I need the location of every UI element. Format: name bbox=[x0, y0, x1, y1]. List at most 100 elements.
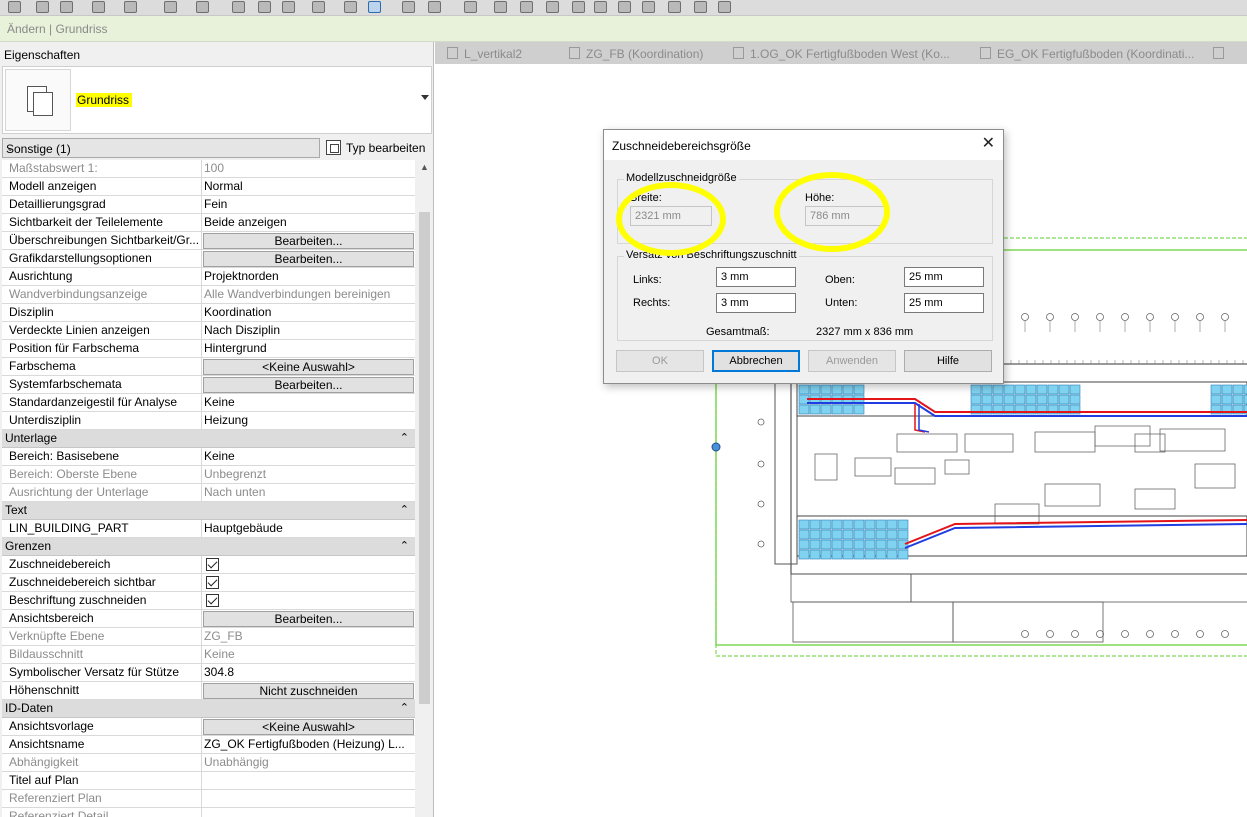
measure-icon[interactable] bbox=[196, 1, 209, 13]
apply-button[interactable]: Anwenden bbox=[808, 350, 896, 372]
save-icon[interactable] bbox=[36, 1, 49, 13]
property-row-farbschema: Farbschema <Keine Auswahl> bbox=[2, 358, 415, 376]
property-checkbox[interactable] bbox=[206, 576, 219, 589]
property-value[interactable]: 304.8 bbox=[202, 664, 415, 681]
open-icon[interactable] bbox=[8, 1, 21, 13]
section-header-unterlage[interactable]: Unterlage ⌃ bbox=[2, 430, 415, 448]
collapse-icon[interactable]: ⌃ bbox=[400, 430, 409, 447]
property-checkbox[interactable] bbox=[206, 594, 219, 607]
dropdown-arrow-icon[interactable] bbox=[421, 95, 429, 100]
property-row-ausrichtung-der-unterlage: Ausrichtung der Unterlage Nach unten bbox=[2, 484, 415, 502]
property-value[interactable]: Heizung bbox=[202, 412, 415, 429]
property-edit-button[interactable]: Bearbeiten... bbox=[203, 251, 414, 267]
switch-windows-icon[interactable] bbox=[402, 1, 415, 13]
plugin-icon[interactable] bbox=[718, 1, 731, 13]
property-checkbox[interactable] bbox=[206, 558, 219, 571]
property-edit-button[interactable]: Nicht zuschneiden bbox=[203, 683, 414, 699]
property-edit-button[interactable]: Bearbeiten... bbox=[203, 611, 414, 627]
tools-icon[interactable] bbox=[668, 1, 681, 13]
type-selector[interactable]: Grundriss bbox=[2, 66, 432, 134]
view-icon bbox=[569, 47, 580, 59]
view-icon bbox=[447, 47, 458, 59]
property-row-ausrichtung: Ausrichtung Projektnorden bbox=[2, 268, 415, 286]
settings-icon[interactable] bbox=[694, 1, 707, 13]
left-offset-field[interactable]: 3 mm bbox=[716, 267, 796, 287]
property-row-verdeckte-linien-anzeigen: Verdeckte Linien anzeigen Nach Disziplin bbox=[2, 322, 415, 340]
text-icon[interactable] bbox=[282, 1, 295, 13]
scroll-thumb[interactable] bbox=[419, 212, 430, 704]
tag-icon[interactable] bbox=[258, 1, 271, 13]
property-row-wandverbindungsanzeige: Wandverbindungsanzeige Alle Wandverbindun… bbox=[2, 286, 415, 304]
ok-button[interactable]: OK bbox=[616, 350, 704, 372]
align-icon[interactable] bbox=[494, 1, 507, 13]
top-offset-field[interactable]: 25 mm bbox=[904, 267, 984, 287]
help-button[interactable]: Hilfe bbox=[904, 350, 992, 372]
property-value[interactable]: Hauptgebäude bbox=[202, 520, 415, 537]
property-value[interactable]: Koordination bbox=[202, 304, 415, 321]
bottom-offset-field[interactable]: 25 mm bbox=[904, 293, 984, 313]
property-value: Nach unten bbox=[204, 485, 266, 499]
section-icon[interactable] bbox=[344, 1, 357, 13]
property-row-sichtbarkeit-der-teilelemente: Sichtbarkeit der Teilelemente Beide anzei… bbox=[2, 214, 415, 232]
edit-type-label: Typ bearbeiten bbox=[346, 141, 426, 155]
property-value: ZG_FB bbox=[204, 629, 243, 643]
fitting-icon[interactable] bbox=[572, 1, 585, 13]
split-icon[interactable] bbox=[642, 1, 655, 13]
property-value[interactable]: Keine bbox=[202, 448, 415, 465]
dimension-icon[interactable] bbox=[232, 1, 245, 13]
instance-filter-select[interactable]: Sonstige (1) ⌄ bbox=[2, 138, 320, 158]
collapse-icon[interactable]: ⌃ bbox=[400, 502, 409, 519]
close-hidden-icon[interactable] bbox=[428, 1, 441, 13]
sync-icon[interactable] bbox=[60, 1, 73, 13]
property-row-unterdisziplin: Unterdisziplin Heizung bbox=[2, 412, 415, 430]
3d-view-icon[interactable] bbox=[312, 1, 325, 13]
property-label: Beschriftung zuschneiden bbox=[2, 592, 202, 609]
property-value[interactable]: Beide anzeigen bbox=[202, 214, 415, 231]
property-value[interactable]: Nach Disziplin bbox=[202, 322, 415, 339]
property-edit-button[interactable]: Bearbeiten... bbox=[203, 377, 414, 393]
property-value: Keine bbox=[204, 647, 235, 661]
duct-icon[interactable] bbox=[520, 1, 533, 13]
edit-type-button[interactable]: Typ bearbeiten bbox=[324, 138, 430, 158]
property-edit-button[interactable]: Bearbeiten... bbox=[203, 233, 414, 249]
right-offset-field[interactable]: 3 mm bbox=[716, 293, 796, 313]
thin-lines-icon[interactable] bbox=[368, 1, 381, 13]
close-icon[interactable]: ✕ bbox=[982, 136, 995, 152]
property-label: Farbschema bbox=[2, 358, 202, 375]
property-value[interactable] bbox=[202, 772, 415, 789]
print-icon[interactable] bbox=[164, 1, 177, 13]
modify-icon[interactable] bbox=[464, 1, 477, 13]
property-value[interactable]: Projektnorden bbox=[202, 268, 415, 285]
section-header-text[interactable]: Text ⌃ bbox=[2, 502, 415, 520]
property-edit-button[interactable]: <Keine Auswahl> bbox=[203, 359, 414, 375]
undo-icon[interactable] bbox=[92, 1, 105, 13]
property-value[interactable]: Fein bbox=[202, 196, 415, 213]
properties-scrollbar[interactable]: ▲ bbox=[417, 160, 431, 817]
property-value[interactable]: ZG_OK Fertigfußboden (Heizung) L... bbox=[202, 736, 415, 753]
property-value[interactable]: Keine bbox=[202, 394, 415, 411]
section-header-id-daten[interactable]: ID-Daten ⌃ bbox=[2, 700, 415, 718]
property-label: Bildausschnitt bbox=[2, 646, 202, 663]
property-row-ansichtsname: Ansichtsname ZG_OK Fertigfußboden (Heizun… bbox=[2, 736, 415, 754]
collapse-icon[interactable]: ⌃ bbox=[400, 538, 409, 555]
property-label: LIN_BUILDING_PART bbox=[2, 520, 202, 537]
cancel-button[interactable]: Abbrechen bbox=[712, 350, 800, 372]
crop-grip-handle bbox=[711, 442, 721, 452]
pipe-icon[interactable] bbox=[546, 1, 559, 13]
property-value[interactable]: Normal bbox=[202, 178, 415, 195]
circle-icon[interactable] bbox=[594, 1, 607, 13]
redo-icon[interactable] bbox=[124, 1, 137, 13]
property-row-lin-building-part: LIN_BUILDING_PART Hauptgebäude bbox=[2, 520, 415, 538]
section-label: ID-Daten bbox=[5, 701, 54, 715]
property-value bbox=[202, 790, 415, 807]
property-edit-button[interactable]: <Keine Auswahl> bbox=[203, 719, 414, 735]
property-value[interactable]: Hintergrund bbox=[202, 340, 415, 357]
collapse-icon[interactable]: ⌃ bbox=[400, 700, 409, 717]
property-label: Zuschneidebereich sichtbar bbox=[2, 574, 202, 591]
section-header-grenzen[interactable]: Grenzen ⌃ bbox=[2, 538, 415, 556]
scroll-up-icon[interactable]: ▲ bbox=[420, 162, 429, 172]
context-label: Ändern | Grundriss bbox=[7, 22, 108, 36]
property-row-position-f-r-farbschema: Position für Farbschema Hintergrund bbox=[2, 340, 415, 358]
connector-icon[interactable] bbox=[618, 1, 631, 13]
view-icon bbox=[733, 47, 744, 59]
